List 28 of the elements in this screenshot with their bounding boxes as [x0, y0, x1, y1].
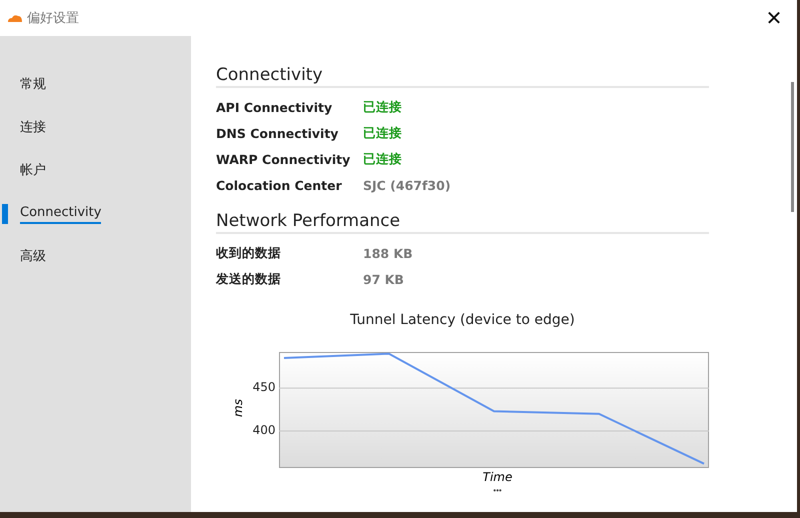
section-heading: Connectivity [216, 64, 709, 88]
field-label: WARP Connectivity [216, 152, 352, 166]
axis-label: Time [482, 470, 512, 484]
tick-label: 450 [252, 380, 276, 394]
more-button[interactable]: ••• [493, 486, 502, 495]
sidebar-item[interactable]: 高级 [20, 248, 46, 266]
field-label: API Connectivity [216, 100, 334, 114]
field-label: DNS Connectivity [216, 126, 340, 140]
cloud-icon [7, 14, 23, 22]
chart-title: Tunnel Latency (device to edge) [350, 312, 575, 328]
window-title: 偏好设置 [27, 10, 80, 27]
scrollbar-thumb[interactable] [791, 82, 794, 212]
field-value: 已连接 [363, 124, 402, 142]
close-button[interactable]: ✕ [751, 0, 797, 36]
field-label: 发送的数据 [216, 270, 282, 288]
field-value: 已连接 [363, 150, 402, 168]
tick-label: 400 [252, 423, 276, 438]
sidebar-item[interactable]: Connectivity [20, 204, 102, 224]
sidebar-item[interactable]: 连接 [20, 118, 46, 136]
field-label: Colocation Center [216, 178, 343, 192]
sidebar-item[interactable]: 常规 [20, 76, 46, 94]
field-value: SJC (467f30) [363, 178, 451, 192]
field-label: 收到的数据 [216, 244, 282, 262]
section-heading: Network Performance [216, 210, 709, 234]
sidebar-item[interactable]: 帐户 [20, 162, 46, 180]
field-value: 188 KB [363, 246, 413, 260]
field-value: 97 KB [363, 272, 404, 286]
field-value: 已连接 [363, 98, 402, 116]
